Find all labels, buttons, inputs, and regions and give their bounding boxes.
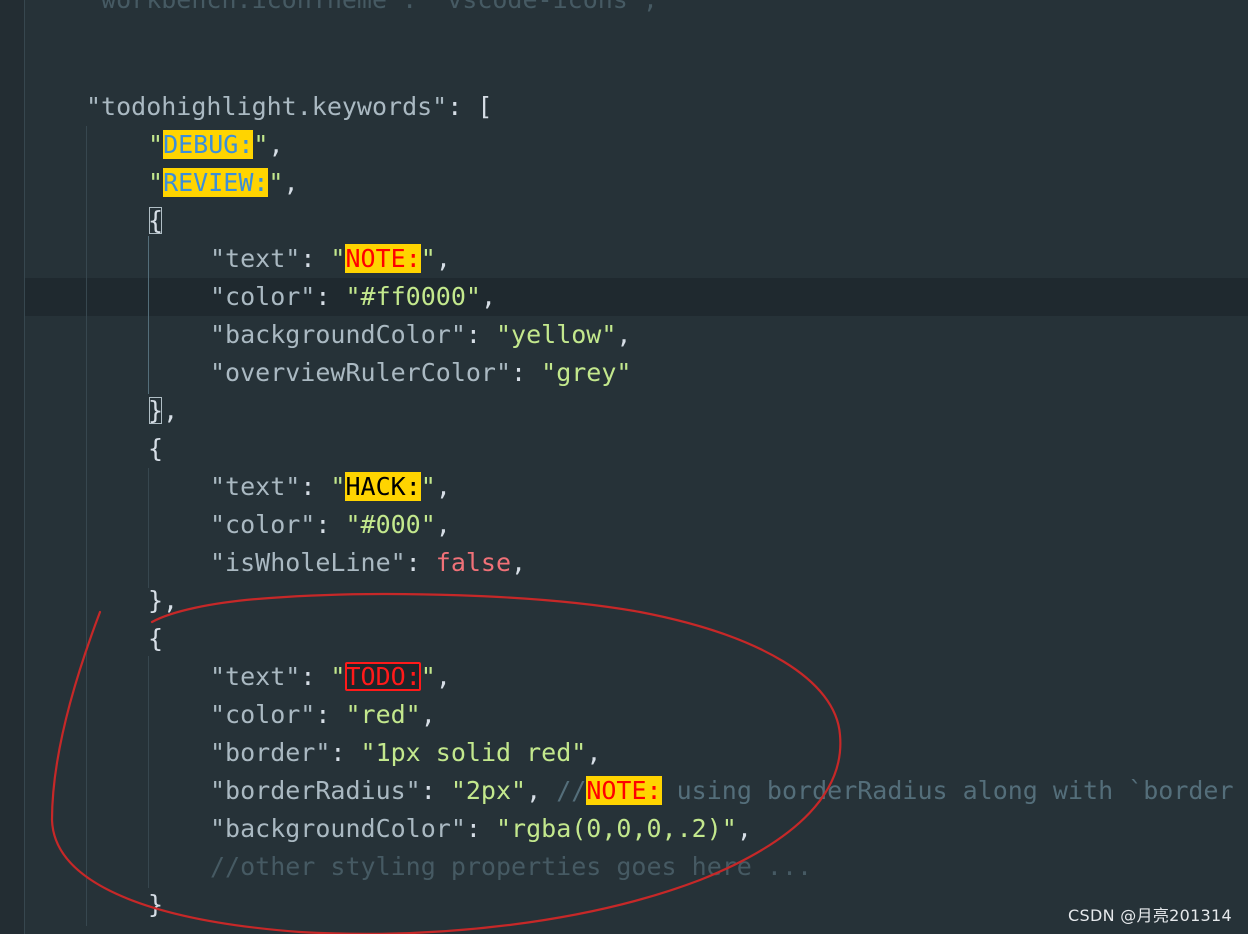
code-line[interactable]: "workbench.iconTheme": "vscode-icons", [86, 0, 658, 19]
json-key: "backgroundColor" [210, 320, 466, 349]
json-key: "border" [210, 738, 331, 767]
code-token: { [148, 624, 164, 653]
code-line[interactable]: "isWholeLine": false, [210, 544, 526, 582]
code-line[interactable]: { [148, 620, 163, 658]
code-line-current[interactable]: "color": "#ff0000", [210, 278, 496, 316]
code-line[interactable]: "borderRadius": "2px", //NOTE: using bor… [210, 772, 1234, 810]
code-comment: // [556, 776, 587, 805]
code-line[interactable]: "text": "HACK:", [210, 468, 451, 506]
json-key: "color" [210, 700, 316, 729]
code-line[interactable]: }, [148, 392, 178, 430]
code-line[interactable]: { [148, 430, 163, 468]
json-key: "backgroundColor" [210, 814, 466, 843]
json-key: "text" [210, 472, 301, 501]
code-line[interactable]: //other styling properties goes here ... [210, 848, 812, 886]
json-value: "rgba(0,0,0,.2)" [495, 814, 737, 843]
code-line[interactable]: "REVIEW:", [148, 164, 299, 202]
code-line[interactable]: "todohighlight.keywords": [ [86, 88, 492, 126]
bracket-match: } [148, 396, 164, 425]
code-editor[interactable]: "workbench.iconTheme": "vscode-icons", "… [0, 0, 1248, 934]
json-key: "color" [210, 282, 316, 311]
json-key: "todohighlight.keywords" [86, 92, 448, 121]
keyword-highlight-debug: DEBUG: [163, 130, 254, 159]
code-token: : [ [447, 92, 493, 121]
keyword-highlight-note: NOTE: [586, 776, 662, 805]
code-line[interactable]: "text": "TODO:", [210, 658, 451, 696]
indent-guide [148, 468, 149, 588]
code-line[interactable]: "color": "red", [210, 696, 436, 734]
indent-guide [24, 0, 25, 934]
json-key: "overviewRulerColor" [210, 358, 512, 387]
code-token: "workbench.iconTheme": "vscode-icons", [86, 0, 658, 14]
code-line[interactable]: "border": "1px solid red", [210, 734, 601, 772]
code-line[interactable]: "text": "NOTE:", [210, 240, 451, 278]
json-key: "isWholeLine" [210, 548, 406, 577]
code-comment: using borderRadius along with `border [661, 776, 1234, 805]
json-key: "text" [210, 244, 301, 273]
json-key: "color" [210, 510, 316, 539]
indent-guide [86, 126, 87, 926]
keyword-highlight-note: NOTE: [345, 244, 421, 273]
editor-gutter [0, 0, 24, 934]
code-comment: //other styling properties goes here ... [210, 852, 813, 881]
code-line[interactable]: "backgroundColor": "rgba(0,0,0,.2)", [210, 810, 752, 848]
keyword-highlight-review: REVIEW: [163, 168, 269, 197]
bracket-match: { [148, 206, 164, 235]
code-token: { [148, 434, 164, 463]
code-line[interactable]: "color": "#000", [210, 506, 451, 544]
code-line[interactable]: } [148, 886, 163, 924]
watermark: CSDN @月亮201314 [1068, 906, 1232, 925]
json-value: "2px" [450, 776, 527, 805]
json-value: "#ff0000" [345, 282, 481, 311]
keyword-highlight-todo: TODO: [345, 662, 421, 691]
json-value: "red" [345, 700, 421, 729]
code-token: } [148, 890, 164, 919]
json-key: "borderRadius" [210, 776, 421, 805]
json-value: "yellow" [495, 320, 617, 349]
code-token: }, [148, 586, 179, 615]
keyword-highlight-hack: HACK: [345, 472, 421, 501]
json-value: "#000" [345, 510, 436, 539]
json-value: "grey" [541, 358, 632, 387]
code-line[interactable]: }, [148, 582, 178, 620]
indent-guide-active [148, 236, 149, 394]
code-line[interactable]: "DEBUG:", [148, 126, 284, 164]
code-line[interactable]: { [148, 202, 163, 240]
current-line-highlight [24, 278, 1248, 316]
json-value: false [435, 548, 512, 577]
code-line[interactable]: "overviewRulerColor": "grey" [210, 354, 631, 392]
json-value: "1px solid red" [360, 738, 587, 767]
code-line[interactable]: "backgroundColor": "yellow", [210, 316, 631, 354]
json-key: "text" [210, 662, 301, 691]
indent-guide [148, 656, 149, 888]
